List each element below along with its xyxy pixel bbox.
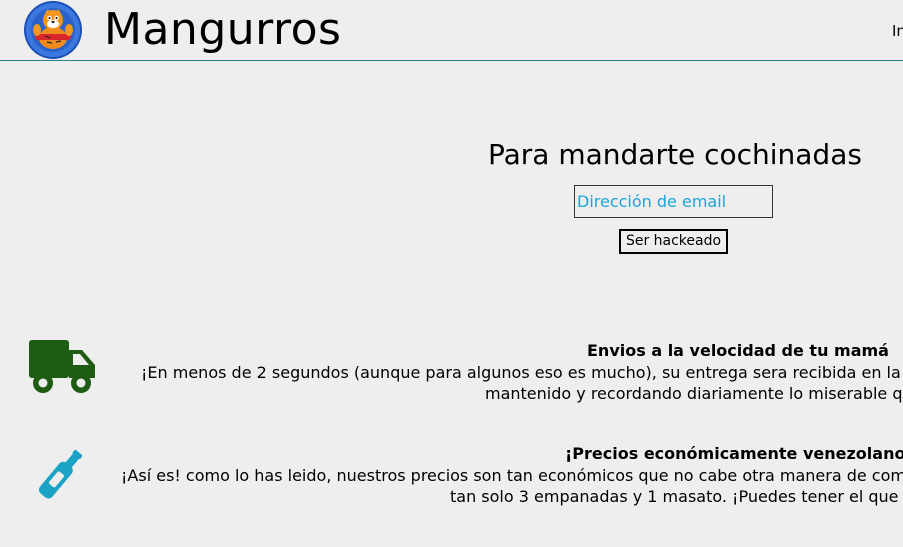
feature-description: ¡En menos de 2 segundos (aunque para alg…: [141, 363, 903, 382]
feature-title: Envios a la velocidad de tu mamá: [587, 341, 889, 360]
feature-description: ¡Así es! como lo has leido, nuestros pre…: [121, 466, 903, 485]
subscribe-title: Para mandarte cochinadas: [488, 138, 862, 171]
bottle-icon: [38, 449, 83, 499]
feature-description: tan solo 3 empanadas y 1 masato. ¡Puedes…: [450, 487, 903, 506]
feature-title: ¡Precios económicamente venezolanos!: [565, 444, 903, 463]
subscribe-button[interactable]: Ser hackeado: [619, 229, 728, 254]
email-field[interactable]: [574, 185, 773, 218]
feature-description: mantenido y recordando diariamente lo mi…: [485, 384, 903, 403]
page: Mangurros In Para mandarte cochinadas Se…: [0, 0, 903, 547]
tiger-mascot-logo-icon[interactable]: [23, 0, 83, 60]
brand-name[interactable]: Mangurros: [104, 2, 341, 58]
nav-link[interactable]: In: [892, 22, 903, 40]
site-header: Mangurros In: [0, 0, 903, 61]
truck-icon: [29, 340, 95, 393]
